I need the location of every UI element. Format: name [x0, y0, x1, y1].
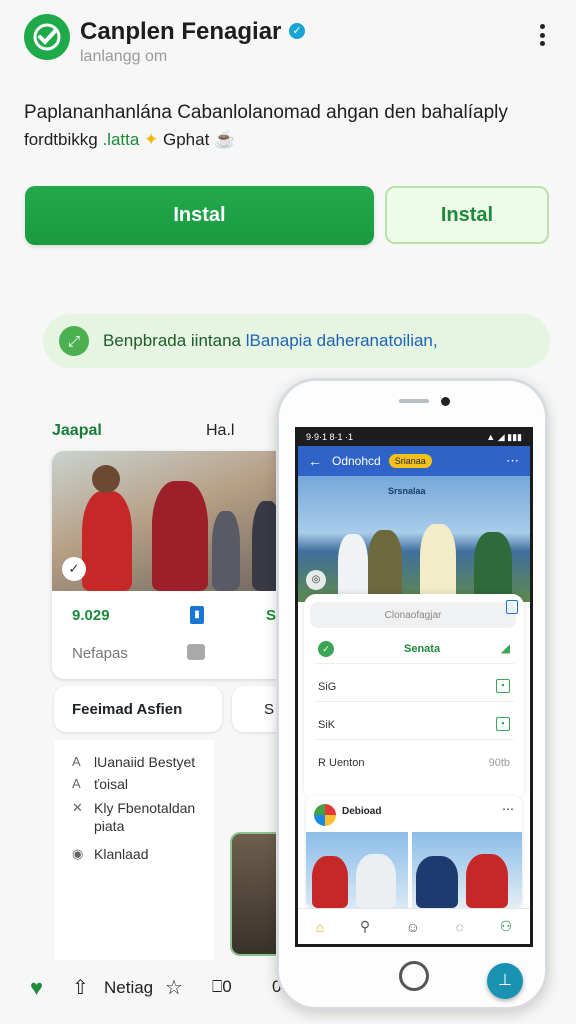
list-item: Klanlaad — [94, 846, 149, 862]
sheet-row[interactable]: SiK ▪ — [314, 710, 514, 740]
list-item: piata — [94, 818, 125, 834]
phone-topbar: ← Odnohcd Srianaa ⋯ — [298, 446, 530, 476]
search-icon[interactable]: ⚲ — [360, 918, 370, 935]
more-vert-icon[interactable] — [532, 20, 552, 50]
calendar-icon — [187, 644, 205, 660]
home-icon[interactable]: ⌂ — [316, 919, 324, 935]
row-label: SiG — [318, 681, 337, 693]
pin-icon: ◢ — [500, 641, 510, 655]
row-value: 90tb — [488, 757, 510, 769]
bookmark-icon[interactable] — [506, 600, 518, 614]
hero-caption: Srsnalaa — [388, 486, 426, 496]
description-highlight: .latta — [102, 130, 140, 149]
card-photo — [52, 451, 292, 591]
back-arrow-icon[interactable]: ← — [308, 453, 322, 469]
profile-icon[interactable]: ⚇ — [500, 918, 513, 935]
phone-title: Odnohcd — [332, 454, 381, 468]
post-image-2 — [412, 832, 522, 908]
list-item: Kly Fbenotaldan — [94, 800, 196, 816]
phone-brand-logo — [399, 961, 429, 991]
post-card[interactable]: Debioad ⋯ — [306, 796, 522, 908]
status-bar: 9·9·1 8·1 ·1 ▲ ◢ ▮▮▮ — [298, 430, 530, 446]
description-line-1: Paplananhanlána Cabanlolanomad ahgan den… — [24, 102, 508, 123]
hero-badge-icon: ◎ — [306, 570, 326, 590]
description-prefix: fordtbikkg — [24, 130, 103, 149]
app-logo — [24, 14, 70, 60]
check-circle-icon: ✓ — [318, 641, 334, 657]
counter-1-value: 0 — [222, 977, 232, 996]
phone-mockup: 9·9·1 8·1 ·1 ▲ ◢ ▮▮▮ ← Odnohcd Srianaa ⋯… — [276, 378, 548, 1010]
star-icon[interactable]: ☆ — [165, 975, 183, 1000]
heart-check-icon[interactable]: ♥ — [30, 975, 43, 1001]
preview-card[interactable]: ✓ 9.029 ▮ S Nefapas — [52, 451, 292, 679]
description-suffix: Gphat — [158, 130, 210, 149]
banner-link[interactable]: lBanapia daheranatoilian, — [246, 331, 438, 350]
sheet-row-header[interactable]: ✓ Senata ◢ — [314, 634, 514, 664]
description-line-2: fordtbikkg .latta ✦ Gphat ☕ — [24, 130, 235, 150]
post-author: Debioad — [342, 806, 382, 817]
phone-screen: 9·9·1 8·1 ·1 ▲ ◢ ▮▮▮ ← Odnohcd Srianaa ⋯… — [295, 427, 533, 947]
close-icon: ✕ — [72, 800, 83, 815]
column-header-1[interactable]: Jaapal — [52, 422, 102, 440]
card-value: 9.029 — [72, 607, 110, 624]
info-banner[interactable]: ⤢ Benpbrada iintana lBanapia daheranatoi… — [43, 314, 550, 368]
row-label: SiK — [318, 719, 336, 731]
check-badge-icon: ✓ — [62, 557, 86, 581]
install-secondary-button[interactable]: Instal — [385, 186, 549, 244]
phone-bottom-nav: ⌂ ⚲ ☺ ◌ ⚇ — [298, 908, 530, 944]
document-icon: ▮ — [190, 606, 204, 624]
font-icon: A — [72, 776, 81, 791]
check-logo-icon — [33, 23, 61, 51]
post-image-1 — [306, 832, 408, 908]
verified-check-icon: ✓ — [289, 23, 305, 39]
status-icons: ▲ ◢ ▮▮▮ — [486, 432, 522, 442]
list-item: lUanaiid Bestyet — [94, 754, 196, 770]
chat-icon[interactable]: ◌ — [456, 919, 464, 935]
banner-prefix: Benpbrada iintana — [103, 331, 246, 350]
fab-pin-icon[interactable]: ⊥ — [487, 963, 523, 999]
counter-1[interactable]: ⎕0 — [212, 977, 232, 997]
status-time: 9·9·1 8·1 ·1 — [306, 432, 354, 442]
sheet-row[interactable]: R Uenton 90tb — [314, 748, 514, 778]
location-icon: ◉ — [72, 846, 84, 861]
phone-camera — [441, 397, 450, 406]
app-title: Canplen Fenagiar — [80, 18, 282, 45]
phone-tag[interactable]: Srianaa — [388, 454, 432, 468]
sparkle-icon: ✦ — [144, 130, 159, 149]
more-icon[interactable]: ⋯ — [502, 802, 514, 816]
ghost-icon[interactable]: ☺ — [406, 919, 420, 935]
row-action-icon[interactable]: ▪ — [496, 679, 510, 693]
row-action-icon[interactable]: ▪ — [496, 717, 510, 731]
phone-search-input[interactable]: Clonaofagjar — [310, 602, 516, 628]
share-icon[interactable]: ⇧ — [72, 975, 89, 1000]
feature-pill[interactable]: Feeimad Asfien — [54, 686, 222, 732]
row-label: R Uenton — [318, 757, 365, 769]
post-avatar — [314, 804, 336, 826]
link-icon: ⤢ — [59, 326, 89, 356]
phone-sheet: Clonaofagjar ✓ Senata ◢ SiG ▪ SiK ▪ R Ue… — [304, 594, 524, 800]
cup-emoji: ☕ — [214, 130, 236, 149]
font-icon: A — [72, 754, 81, 769]
developer-name[interactable]: lanlangg om — [80, 48, 167, 66]
banner-text: Benpbrada iintana lBanapia daheranatoili… — [103, 331, 438, 351]
hero-image: Srsnalaa — [298, 476, 530, 602]
row-center-label: Senata — [404, 643, 441, 655]
install-button[interactable]: Instal — [25, 186, 374, 245]
list-item: ťoisal — [94, 776, 129, 792]
phone-speaker — [399, 399, 429, 403]
card-value-2: S — [266, 607, 277, 624]
bottom-label[interactable]: Netiag — [104, 978, 153, 998]
column-header-2[interactable]: Ha.l — [206, 422, 234, 440]
sheet-row[interactable]: SiG ▪ — [314, 672, 514, 702]
more-icon[interactable]: ⋯ — [506, 453, 520, 469]
card-label: Nefapas — [72, 645, 128, 662]
